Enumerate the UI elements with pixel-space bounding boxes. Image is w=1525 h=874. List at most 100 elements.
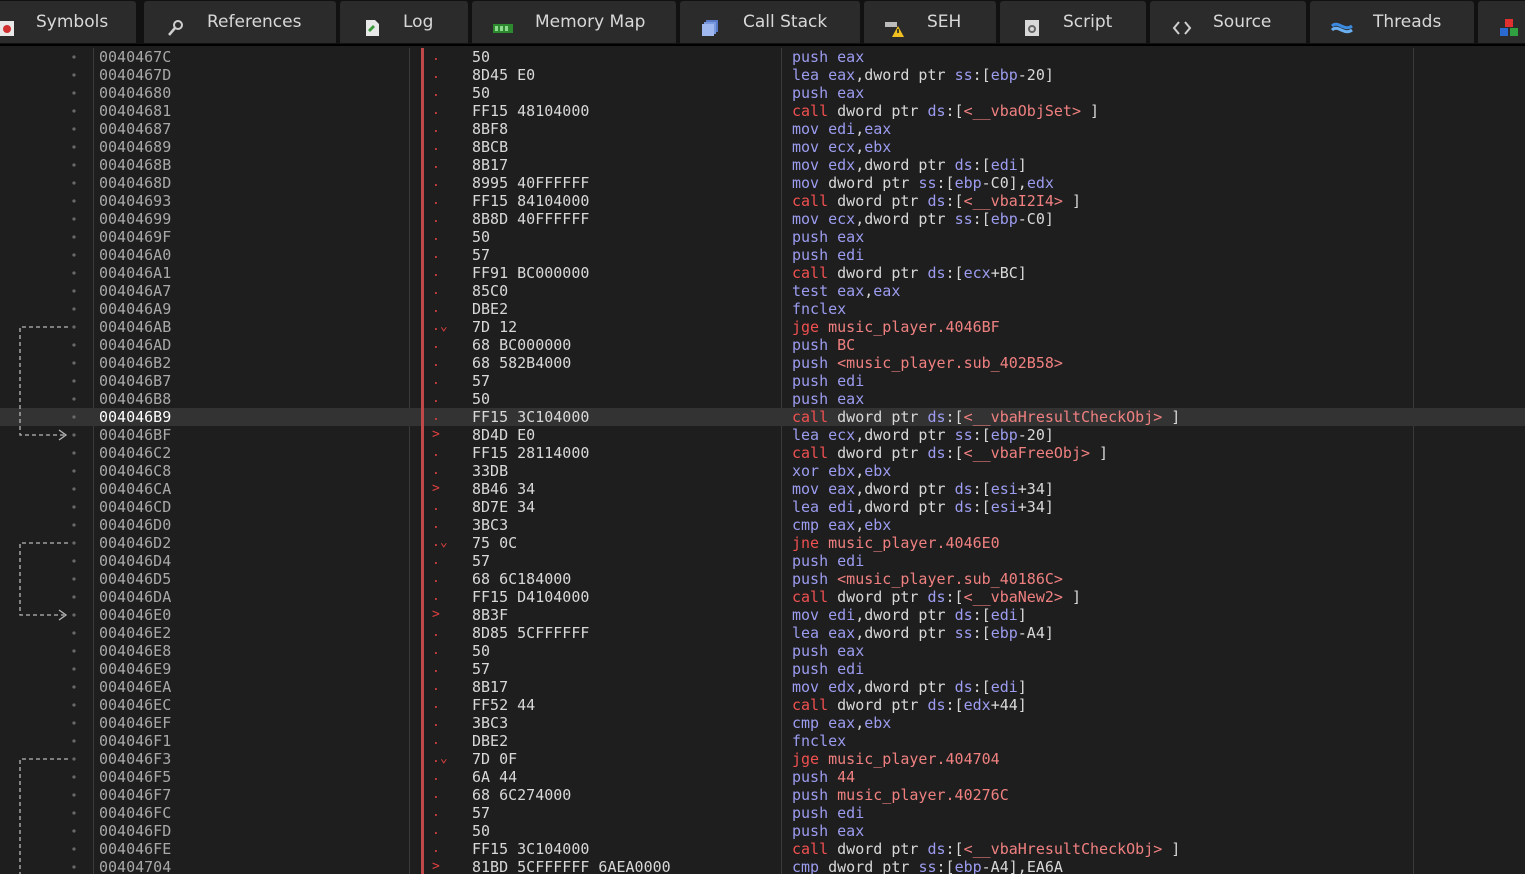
address-cell: 004046EA xyxy=(99,678,172,696)
instruction-token: dword ptr xyxy=(828,174,919,192)
disassembly-row[interactable]: 00404680. 50 push eax xyxy=(0,84,1525,102)
tab-memory-map[interactable]: Memory Map xyxy=(472,1,676,43)
instruction-token: eax xyxy=(864,120,892,138)
disassembly-row[interactable]: 0040468D. 8995 40FFFFFF mov dword ptr ss:[… xyxy=(0,174,1525,192)
disassembly-row[interactable]: 004046D2 .⌄ 75 0C jne music_player.4046E0 xyxy=(0,534,1525,552)
instruction-cell: push edi xyxy=(792,372,864,390)
disassembly-row[interactable]: 004046E8. 50 push eax xyxy=(0,642,1525,660)
instruction-token: EA6A xyxy=(1026,858,1063,874)
disassembly-row[interactable]: 00404689. 8BCB mov ecx,ebx xyxy=(0,138,1525,156)
disassembly-row[interactable]: 00404681. FF15 48104000 call dword ptr ds:… xyxy=(0,102,1525,120)
gutter-dot xyxy=(72,793,76,797)
instruction-token: ] xyxy=(1017,678,1027,696)
instruction-token: ebx xyxy=(864,516,892,534)
disassembly-row[interactable]: 004046A0. 57 push edi xyxy=(0,246,1525,264)
instruction-token: test xyxy=(792,282,838,300)
tab-label: Call Stack xyxy=(743,12,828,32)
tab-symbols[interactable]: Symbols xyxy=(0,1,136,43)
disassembly-row[interactable]: 004046F1. DBE2 fnclex xyxy=(0,732,1525,750)
instruction-cell: lea edi,dword ptr ds:[esi+34] xyxy=(792,498,1054,516)
bytes-cell: 75 0C xyxy=(472,534,518,552)
disassembly-row[interactable]: 004046FE. FF15 3C104000 call dword ptr ds:… xyxy=(0,840,1525,858)
instruction-token: <__vbaHresultCheckObj> xyxy=(963,408,1163,426)
instruction-token: ] xyxy=(1017,156,1027,174)
disassembly-row[interactable]: 00404704 >81BD 5CFFFFFF 6AEA0000 cmp dword… xyxy=(0,858,1525,874)
disassembly-row[interactable]: 004046F3 .⌄ 7D 0F jge music_player.404704 xyxy=(0,750,1525,768)
disassembly-row[interactable]: 004046B7. 57 push edi xyxy=(0,372,1525,390)
branch-marker: . xyxy=(432,553,440,568)
instruction-cell: push 44 xyxy=(792,768,855,786)
instruction-token: ss xyxy=(954,210,973,228)
disassembly-row[interactable]: 004046E0 >8B3F mov edi,dword ptr ds:[edi] xyxy=(0,606,1525,624)
disassembly-row[interactable]: 0040467C. 50 push eax xyxy=(0,48,1525,66)
gutter-dot xyxy=(72,685,76,689)
tab-script[interactable]: Script xyxy=(1000,1,1146,43)
disassembly-row[interactable]: 0040469F. 50 push eax xyxy=(0,228,1525,246)
instruction-cell: push music_player.40276C xyxy=(792,786,1009,804)
tab-label: References xyxy=(207,12,302,32)
selected-disassembly-row[interactable]: 004046B9. FF15 3C104000 call dword ptr ds:… xyxy=(0,408,1525,426)
instruction-cell: cmp dword ptr ss:[ebp-A4],EA6A xyxy=(792,858,1063,874)
tab-source[interactable]: Source xyxy=(1150,1,1306,43)
instruction-token: mov xyxy=(792,606,829,624)
disassembly-row[interactable]: 0040467D. 8D45 E0 lea eax,dword ptr ss:[eb… xyxy=(0,66,1525,84)
instruction-token: jne xyxy=(792,534,829,552)
disassembly-row[interactable]: 004046AB .⌄ 7D 12 jge music_player.4046BF xyxy=(0,318,1525,336)
instruction-token: :[ xyxy=(972,498,991,516)
disassembly-row[interactable]: 004046E2. 8D85 5CFFFFFF lea eax,dword ptr … xyxy=(0,624,1525,642)
address-cell: 004046CA xyxy=(99,480,172,498)
instruction-token: dword ptr xyxy=(837,192,928,210)
disassembly-row[interactable]: 00404699. 8B8D 40FFFFFF mov ecx,dword ptr … xyxy=(0,210,1525,228)
disassembly-row[interactable]: 004046F5. 6A 44 push 44 xyxy=(0,768,1525,786)
gutter-dot xyxy=(72,487,76,491)
disassembly-row[interactable]: 004046FC. 57 push edi xyxy=(0,804,1525,822)
disassembly-row[interactable]: 00404687. 8BF8 mov edi,eax xyxy=(0,120,1525,138)
disassembly-row[interactable]: 004046A7. 85C0 test eax,eax xyxy=(0,282,1525,300)
disassembly-row[interactable]: 004046D4. 57 push edi xyxy=(0,552,1525,570)
instruction-token: push xyxy=(792,246,838,264)
disassembly-row[interactable]: 0040468B. 8B17 mov edx,dword ptr ds:[edi] xyxy=(0,156,1525,174)
disassembly-row[interactable]: 004046B8. 50 push eax xyxy=(0,390,1525,408)
instruction-token: ,dword ptr xyxy=(855,426,955,444)
tab-references[interactable]: References xyxy=(144,1,336,43)
gutter-dot xyxy=(72,523,76,527)
disassembly-row[interactable]: 004046F7. 68 6C274000 push music_player.40… xyxy=(0,786,1525,804)
address-cell: 004046EF xyxy=(99,714,172,732)
branch-marker: . xyxy=(432,571,440,586)
tab-call-stack[interactable]: Call Stack xyxy=(680,1,860,43)
tab-threads[interactable]: Threads xyxy=(1310,1,1474,43)
disassembly-row[interactable]: 004046A9. DBE2 fnclex xyxy=(0,300,1525,318)
instruction-token: push xyxy=(792,372,838,390)
disassembly-row[interactable]: 004046EF. 3BC3 cmp eax,ebx xyxy=(0,714,1525,732)
disassembly-row[interactable]: 004046A1. FF91 BC000000 call dword ptr ds:… xyxy=(0,264,1525,282)
bytes-cell: DBE2 xyxy=(472,300,509,318)
instruction-token: eax xyxy=(837,228,865,246)
instruction-token: <__vbaObjSet> xyxy=(963,102,1081,120)
tab-log[interactable]: Log xyxy=(340,1,468,43)
tab-seh[interactable]: SEH xyxy=(864,1,996,43)
disassembly-view[interactable]: 0040467C. 50 push eax 0040467D. 8D45 E0 lea e… xyxy=(0,48,1525,874)
disassembly-row[interactable]: 00404693. FF15 84104000 call dword ptr ds:… xyxy=(0,192,1525,210)
gutter-dot xyxy=(72,667,76,671)
disassembly-row[interactable]: 004046CA >8B46 34 mov eax,dword ptr ds:[es… xyxy=(0,480,1525,498)
disassembly-row[interactable]: 004046B2. 68 582B4000 push <music_player.s… xyxy=(0,354,1525,372)
instruction-token: <music_player.sub_402B58> xyxy=(837,354,1063,372)
disassembly-row[interactable]: 004046E9. 57 push edi xyxy=(0,660,1525,678)
disassembly-row[interactable]: 004046AD. 68 BC000000 push BC xyxy=(0,336,1525,354)
disassembly-row[interactable]: 004046DA. FF15 D4104000 call dword ptr ds:… xyxy=(0,588,1525,606)
disassembly-row[interactable]: 004046C8. 33DB xor ebx,ebx xyxy=(0,462,1525,480)
disassembly-row[interactable]: 004046CD. 8D7E 34 lea edi,dword ptr ds:[es… xyxy=(0,498,1525,516)
disassembly-row[interactable]: 004046EC. FF52 44 call dword ptr ds:[edx+4… xyxy=(0,696,1525,714)
disassembly-row[interactable]: 004046D0. 3BC3 cmp eax,ebx xyxy=(0,516,1525,534)
tab-handles[interactable] xyxy=(1478,1,1525,43)
address-cell: 004046DA xyxy=(99,588,172,606)
disassembly-row[interactable]: 004046BF >8D4D E0 lea ecx,dword ptr ss:[eb… xyxy=(0,426,1525,444)
branch-marker: . xyxy=(432,103,440,118)
disassembly-row[interactable]: 004046EA. 8B17 mov edx,dword ptr ds:[edi] xyxy=(0,678,1525,696)
disassembly-row[interactable]: 004046D5. 68 6C184000 push <music_player.s… xyxy=(0,570,1525,588)
disassembly-row[interactable]: 004046C2. FF15 28114000 call dword ptr ds:… xyxy=(0,444,1525,462)
bytes-cell: FF15 84104000 xyxy=(472,192,590,210)
disassembly-row[interactable]: 004046FD. 50 push eax xyxy=(0,822,1525,840)
instruction-token: :[ xyxy=(972,426,991,444)
branch-marker: . xyxy=(432,139,440,154)
